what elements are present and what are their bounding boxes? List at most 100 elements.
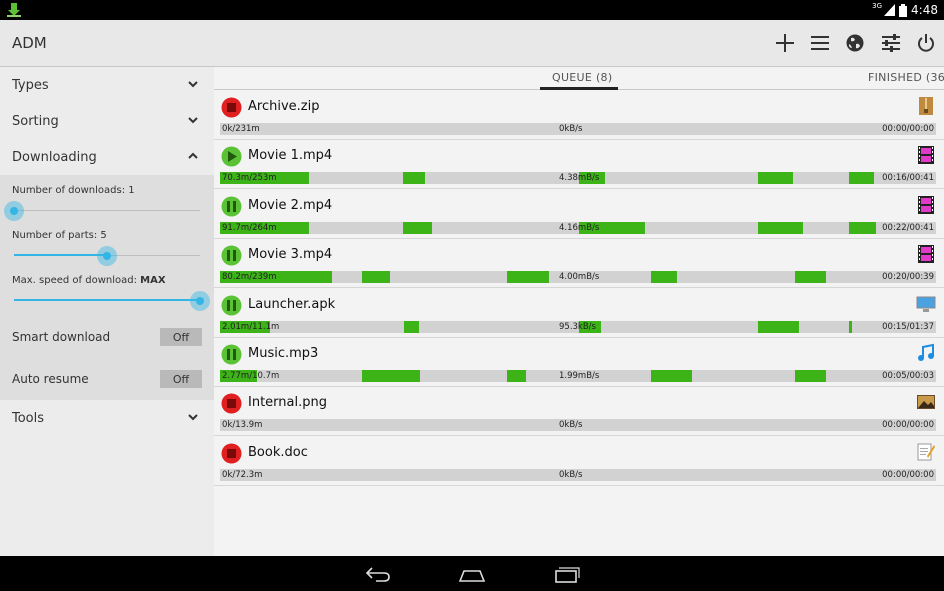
elapsed-time: 00:00/00:00 — [882, 469, 934, 480]
download-item[interactable]: Movie 2.mp4 91.7m/264m 4.16mB/s 00:22/00:41 — [214, 190, 944, 239]
elapsed-time: 00:00/00:00 — [882, 124, 934, 134]
smart-download-row: Smart download Off — [0, 316, 214, 358]
tab-indicator — [540, 87, 618, 90]
slider-thumb[interactable] — [4, 201, 24, 221]
auto-resume-toggle[interactable]: Off — [160, 370, 202, 388]
network-type: 3G — [872, 1, 883, 10]
chevron-down-icon — [188, 414, 198, 421]
num-parts-slider[interactable] — [14, 241, 200, 271]
size-progress: 80.2m/239m — [222, 272, 277, 283]
menu-button[interactable] — [807, 30, 833, 56]
smart-download-toggle[interactable]: Off — [160, 328, 202, 346]
stopped-status-icon — [221, 443, 242, 464]
download-item[interactable]: Movie 3.mp4 80.2m/239m 4.00mB/s 00:20/00:39 — [214, 239, 944, 289]
menu-icon — [811, 36, 829, 50]
settings-button[interactable] — [878, 30, 904, 56]
back-icon[interactable] — [364, 565, 392, 583]
chevron-down-icon — [188, 117, 198, 124]
download-item[interactable]: Launcher.apk 2.01m/11.1m 95.3kB/s 00:15/01:… — [214, 289, 944, 338]
progress-segment — [403, 221, 432, 234]
tab-bar: QUEUE (8) FINISHED (36) — [214, 67, 944, 90]
settings-sliders-icon — [882, 34, 900, 52]
browser-button[interactable] — [842, 30, 868, 56]
sidebar-item-downloading[interactable]: Downloading — [0, 139, 214, 175]
archive-icon — [919, 97, 933, 115]
power-button[interactable] — [913, 30, 939, 56]
size-progress: 91.7m/264m — [222, 222, 277, 233]
sidebar-item-label: Downloading — [12, 149, 97, 165]
max-speed-slider[interactable] — [14, 286, 210, 316]
slider-thumb[interactable] — [190, 291, 210, 311]
elapsed-time: 00:16/00:41 — [882, 173, 934, 184]
max-speed-value: MAX — [140, 275, 166, 286]
progress-segment — [757, 221, 803, 234]
sidebar: Types Sorting Downloading Number of down… — [0, 67, 214, 556]
video-icon — [918, 245, 934, 264]
elapsed-time: 00:05/00:03 — [882, 371, 934, 381]
status-button[interactable] — [221, 393, 242, 414]
progress-segment — [794, 370, 826, 382]
status-button[interactable] — [221, 295, 242, 316]
download-item[interactable]: Internal.png 0k/13.9m 0kB/s 00:00/00:00 — [214, 387, 944, 437]
globe-icon — [846, 34, 864, 52]
power-icon — [918, 34, 934, 52]
status-button[interactable] — [221, 196, 242, 217]
progress-segment — [651, 370, 692, 382]
progress-segment — [757, 320, 799, 333]
download-list-panel: QUEUE (8) FINISHED (36) Archive.zip 0k/23… — [214, 67, 944, 556]
progress-segment — [404, 320, 420, 333]
downloading-status-icon — [221, 295, 242, 316]
elapsed-time: 00:15/01:37 — [882, 321, 934, 332]
elapsed-time: 00:22/00:41 — [882, 222, 934, 233]
file-name: Internal.png — [248, 395, 327, 411]
file-name: Launcher.apk — [248, 296, 336, 312]
add-download-button[interactable] — [772, 30, 798, 56]
signal-icon — [884, 4, 896, 16]
progress-segment — [507, 271, 550, 284]
num-downloads-slider[interactable] — [4, 196, 200, 226]
size-progress: 0k/13.9m — [222, 420, 263, 431]
smart-download-label: Smart download — [12, 330, 111, 344]
progress-bar: 0k/72.3m 0kB/s 00:00/00:00 — [220, 468, 936, 481]
document-icon — [917, 443, 935, 461]
download-item[interactable]: Book.doc 0k/72.3m 0kB/s 00:00/00:00 — [214, 437, 944, 486]
size-progress: 70.3m/253m — [222, 173, 277, 184]
num-downloads-label: Number of downloads: 1 — [12, 185, 135, 196]
tab-queue[interactable]: QUEUE (8) — [552, 71, 612, 84]
sidebar-item-types[interactable]: Types — [0, 67, 214, 103]
progress-segment — [848, 221, 876, 234]
download-item[interactable]: Archive.zip 0k/231m 0kB/s 00:00/00:00 — [214, 91, 944, 140]
chevron-down-icon — [188, 81, 198, 88]
progress-segment — [362, 271, 390, 284]
progress-segment — [651, 271, 677, 284]
status-bar: 3G 4:48 — [0, 0, 944, 20]
progress-bar: 0k/13.9m 0kB/s 00:00/00:00 — [220, 419, 936, 432]
download-speed: 0kB/s — [559, 469, 583, 480]
sidebar-item-tools[interactable]: Tools — [0, 400, 214, 436]
status-button[interactable] — [221, 443, 242, 464]
status-button[interactable] — [221, 344, 242, 365]
downloading-status-icon — [221, 245, 242, 266]
status-button[interactable] — [221, 245, 242, 266]
size-progress: 0k/231m — [222, 124, 260, 134]
tab-finished[interactable]: FINISHED (36) — [868, 71, 944, 84]
video-icon — [918, 146, 934, 165]
size-progress: 2.77m/10.7m — [222, 371, 280, 381]
progress-bar: 0k/231m 0kB/s 00:00/00:00 — [220, 123, 936, 135]
file-name: Movie 1.mp4 — [248, 148, 333, 164]
download-item[interactable]: Movie 1.mp4 70.3m/253m 4.38mB/s 00:16/00:41 — [214, 140, 944, 190]
elapsed-time: 00:00/00:00 — [882, 420, 934, 431]
sidebar-item-label: Tools — [12, 410, 45, 426]
download-item[interactable]: Music.mp3 2.77m/10.7m 1.99mB/s 00:05/00:03 — [214, 338, 944, 387]
downloading-status-icon — [221, 344, 242, 365]
progress-bar: 91.7m/264m 4.16mB/s 00:22/00:41 — [220, 221, 936, 234]
status-button[interactable] — [221, 97, 242, 118]
sidebar-item-sorting[interactable]: Sorting — [0, 103, 214, 139]
status-button[interactable] — [221, 146, 242, 167]
slider-thumb[interactable] — [97, 246, 117, 266]
home-icon[interactable] — [458, 565, 486, 583]
battery-icon — [899, 3, 908, 17]
monitor-icon — [916, 296, 936, 312]
recent-apps-icon[interactable] — [553, 565, 581, 583]
progress-bar: 70.3m/253m 4.38mB/s 00:16/00:41 — [220, 172, 936, 185]
